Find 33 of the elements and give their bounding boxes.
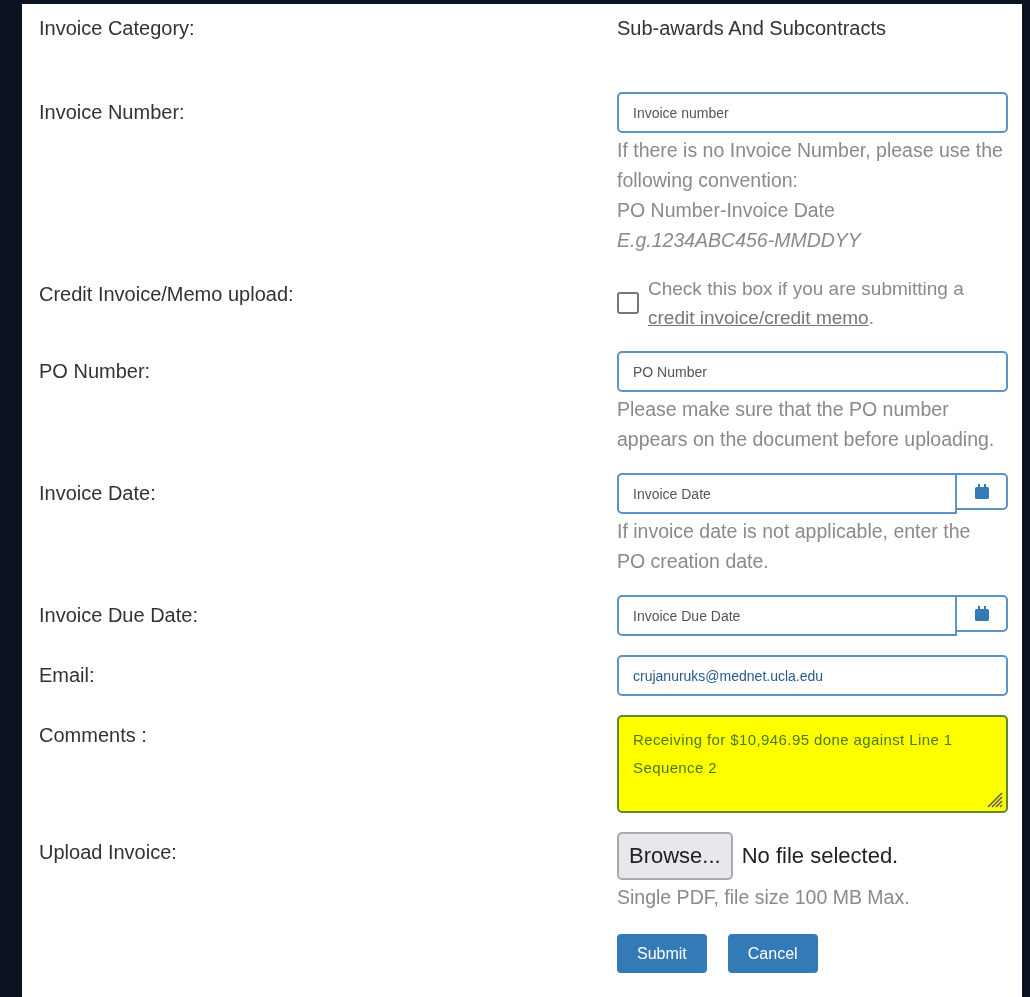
- field-label: Invoice Due Date:: [39, 603, 199, 627]
- help-text: Please make sure that the PO number appears on the document before uploading.: [617, 397, 996, 452]
- date-field[interactable]: Invoice Date: [617, 473, 958, 514]
- help-text: If there is no Invoice Number, please use the following convention:: [617, 138, 1003, 193]
- help-text: E.g.1234ABC456-MMDDYY: [617, 228, 863, 253]
- cancel-button[interactable]: Cancel: [727, 934, 818, 973]
- file-status: No file selected.: [741, 843, 899, 869]
- help-text: Single PDF, file size 100 MB Max.: [617, 885, 911, 910]
- date-field[interactable]: Invoice Due Date: [617, 595, 958, 636]
- calendar-button[interactable]: [957, 595, 1008, 632]
- field-label: Invoice Category:: [39, 16, 196, 40]
- input-field[interactable]: crujanuruks@mednet.ucla.edu: [617, 655, 1008, 696]
- browse-button[interactable]: Browse...: [617, 832, 733, 880]
- checkbox[interactable]: [617, 292, 639, 314]
- input-field[interactable]: Invoice number: [617, 92, 1008, 133]
- category-value: Sub-awards And Subcontracts: [617, 16, 888, 40]
- input-field[interactable]: PO Number: [617, 351, 1008, 392]
- calendar-icon: [974, 606, 989, 621]
- field-label: Comments :: [39, 723, 148, 747]
- comments-field[interactable]: Receiving for $10,946.95 done against Line 1 Sequence 2: [617, 715, 1008, 813]
- help-text: PO Number-Invoice Date: [617, 198, 836, 223]
- field-label: PO Number:: [39, 359, 152, 383]
- field-label: Email:: [39, 663, 96, 687]
- field-label: Credit Invoice/Memo upload:: [39, 282, 295, 306]
- field-label: Invoice Date:: [39, 481, 157, 505]
- submit-button[interactable]: Submit: [617, 934, 707, 973]
- credit-memo-link[interactable]: credit invoice/credit memo: [648, 307, 869, 328]
- field-label: Invoice Number:: [39, 100, 186, 124]
- checkbox-label: Check this box if you are submitting a credit invoice/credit memo.: [648, 277, 965, 330]
- help-text: If invoice date is not applicable, enter the PO creation date.: [617, 519, 972, 574]
- field-label: Upload Invoice:: [39, 840, 178, 864]
- calendar-button[interactable]: [957, 473, 1008, 510]
- calendar-icon: [974, 484, 989, 499]
